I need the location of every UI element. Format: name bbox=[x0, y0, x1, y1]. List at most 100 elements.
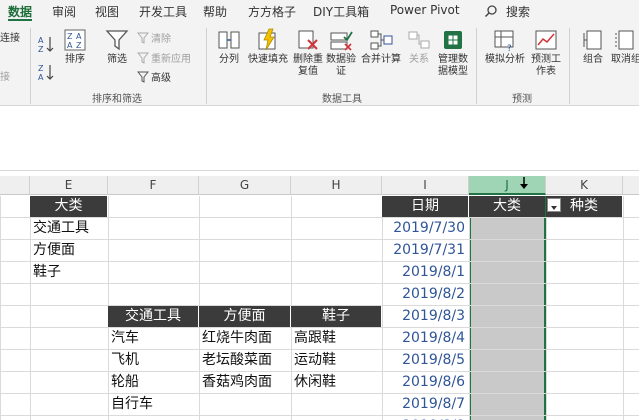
consolidate-icon bbox=[370, 30, 393, 50]
cell-date[interactable]: 2019/8/7 bbox=[382, 394, 468, 415]
data-validation-label: 数据验证 bbox=[326, 54, 356, 77]
group-button[interactable]: 组合 bbox=[578, 28, 608, 66]
data-tools-group-label: 数据工具 bbox=[322, 94, 362, 105]
text-to-columns-button[interactable]: 分列 bbox=[214, 28, 244, 66]
column-header-i[interactable]: I bbox=[382, 176, 469, 195]
cell-date[interactable]: 2019/8/1 bbox=[382, 262, 468, 283]
text-to-columns-label: 分列 bbox=[219, 54, 239, 65]
table-cell[interactable]: 高跟鞋 bbox=[291, 328, 381, 349]
tab-view[interactable]: 视图 bbox=[95, 3, 119, 20]
column-header-f[interactable]: F bbox=[108, 176, 199, 195]
cell-date[interactable]: 2019/8/8 bbox=[382, 416, 468, 420]
flash-fill-button[interactable]: 快速填充 bbox=[246, 28, 290, 66]
sort-ascending-icon[interactable]: A Z bbox=[38, 34, 56, 54]
filter-button[interactable]: 筛选 bbox=[101, 28, 133, 66]
manage-data-model-button[interactable]: 管理数据模型 bbox=[436, 28, 470, 78]
text-to-columns-icon bbox=[218, 31, 240, 49]
table-cell[interactable]: 香菇鸡肉面 bbox=[199, 372, 290, 393]
consolidate-button[interactable]: 合并计算 bbox=[359, 28, 403, 66]
active-tab-indicator bbox=[8, 19, 32, 21]
cell-date[interactable]: 2019/8/4 bbox=[382, 328, 468, 349]
cell-e-value[interactable]: 交通工具 bbox=[30, 218, 107, 239]
column-header-bar: E F G H I J K bbox=[0, 176, 639, 195]
tab-developer[interactable]: 开发工具 bbox=[139, 3, 187, 20]
group-icon bbox=[583, 30, 602, 50]
table-cell[interactable]: 飞机 bbox=[108, 350, 198, 371]
cell-e-value[interactable]: 方便面 bbox=[30, 240, 107, 261]
selected-column-j[interactable] bbox=[469, 196, 546, 420]
cell-date[interactable]: 2019/8/5 bbox=[382, 350, 468, 371]
group-separator bbox=[30, 28, 31, 104]
filter-dropdown-button[interactable] bbox=[547, 198, 561, 212]
sort-dialog-icon: Z A A Z bbox=[64, 29, 86, 51]
cell-date[interactable]: 2019/8/6 bbox=[382, 372, 468, 393]
table-cell[interactable]: 汽车 bbox=[108, 328, 198, 349]
data-validation-button[interactable]: 数据验证 bbox=[326, 28, 356, 78]
edit-links-button[interactable]: 接 bbox=[0, 70, 10, 84]
reapply-button[interactable]: 重新应用 bbox=[137, 50, 191, 65]
tab-fangfang-gezi[interactable]: 方方格子 bbox=[248, 3, 296, 20]
table-header-cell[interactable]: 鞋子 bbox=[291, 306, 381, 327]
sort-descending-icon[interactable]: Z A bbox=[38, 62, 56, 82]
cell-date[interactable]: 2019/8/3 bbox=[382, 306, 468, 327]
remove-duplicates-button[interactable]: 删除重复值 bbox=[291, 28, 325, 78]
table-header-cell[interactable]: 方便面 bbox=[199, 306, 290, 327]
reapply-label: 重新应用 bbox=[151, 54, 191, 65]
search-icon[interactable] bbox=[484, 4, 498, 18]
svg-text:A: A bbox=[76, 32, 82, 41]
table-cell[interactable]: 运动鞋 bbox=[291, 350, 381, 371]
table-cell[interactable]: 自行车 bbox=[108, 394, 198, 415]
table-cell[interactable]: 红烧牛肉面 bbox=[199, 328, 290, 349]
group-separator bbox=[476, 28, 477, 104]
table-cell[interactable]: 轮船 bbox=[108, 372, 198, 393]
search-label[interactable]: 搜索 bbox=[506, 3, 530, 20]
tab-diy-toolbox[interactable]: DIY工具箱 bbox=[313, 3, 369, 20]
table-cell[interactable] bbox=[291, 394, 381, 415]
cell-e-value[interactable]: 鞋子 bbox=[30, 262, 107, 283]
tab-data[interactable]: 数据 bbox=[8, 3, 32, 20]
grid-line-horizontal bbox=[0, 283, 639, 284]
group-separator bbox=[569, 28, 570, 104]
tab-help[interactable]: 帮助 bbox=[203, 3, 227, 20]
manage-data-model-label: 管理数据模型 bbox=[438, 54, 468, 77]
sort-button[interactable]: Z A A Z 排序 bbox=[61, 28, 89, 66]
row-header-corner[interactable] bbox=[0, 176, 30, 195]
column-header-h[interactable]: H bbox=[291, 176, 382, 195]
tab-power-pivot[interactable]: Power Pivot bbox=[390, 3, 460, 17]
cell-j-header[interactable]: 大类 bbox=[469, 196, 545, 217]
table-cell[interactable]: 老坛酸菜面 bbox=[199, 350, 290, 371]
cell-i-header[interactable]: 日期 bbox=[382, 196, 468, 217]
forecast-sheet-button[interactable]: 预测工作表 bbox=[529, 28, 563, 78]
svg-text:A: A bbox=[38, 36, 44, 45]
table-cell[interactable]: 休闲鞋 bbox=[291, 372, 381, 393]
ungroup-button[interactable]: 取消组 bbox=[611, 28, 639, 66]
data-validation-icon bbox=[330, 31, 353, 51]
clear-filter-button[interactable]: 清除 bbox=[137, 30, 171, 45]
edit-links-label: 接 bbox=[0, 72, 10, 83]
filter-label: 筛选 bbox=[107, 54, 127, 65]
tab-review[interactable]: 审阅 bbox=[52, 3, 76, 20]
relationships-button[interactable]: 关系 bbox=[405, 28, 433, 66]
cell-date[interactable]: 2019/7/30 bbox=[382, 218, 468, 239]
table-cell[interactable] bbox=[199, 394, 290, 415]
cell-date[interactable]: 2019/7/31 bbox=[382, 240, 468, 261]
column-header-k[interactable]: K bbox=[546, 176, 623, 195]
remove-duplicates-label: 删除重复值 bbox=[293, 54, 323, 77]
column-header-g[interactable]: G bbox=[199, 176, 291, 195]
cell-date[interactable]: 2019/8/2 bbox=[382, 284, 468, 305]
connections-button[interactable]: 连接 bbox=[0, 31, 20, 45]
svg-text:Z: Z bbox=[76, 41, 82, 50]
svg-text:A: A bbox=[38, 73, 44, 82]
forecast-icon bbox=[535, 30, 557, 50]
grid-line-vertical bbox=[546, 196, 547, 420]
what-if-analysis-button[interactable]: ? 模拟分析 bbox=[483, 28, 527, 66]
flash-fill-label: 快速填充 bbox=[248, 54, 288, 65]
advanced-filter-button[interactable]: 高级 bbox=[137, 69, 171, 84]
grid-line-vertical bbox=[623, 196, 624, 420]
column-header-j[interactable]: J bbox=[469, 176, 546, 195]
column-header-e[interactable]: E bbox=[30, 176, 108, 195]
table-header-cell[interactable]: 交通工具 bbox=[108, 306, 198, 327]
grid-line-vertical bbox=[0, 196, 1, 420]
cell-e-header[interactable]: 大类 bbox=[30, 196, 107, 217]
clear-filter-icon bbox=[137, 32, 149, 44]
